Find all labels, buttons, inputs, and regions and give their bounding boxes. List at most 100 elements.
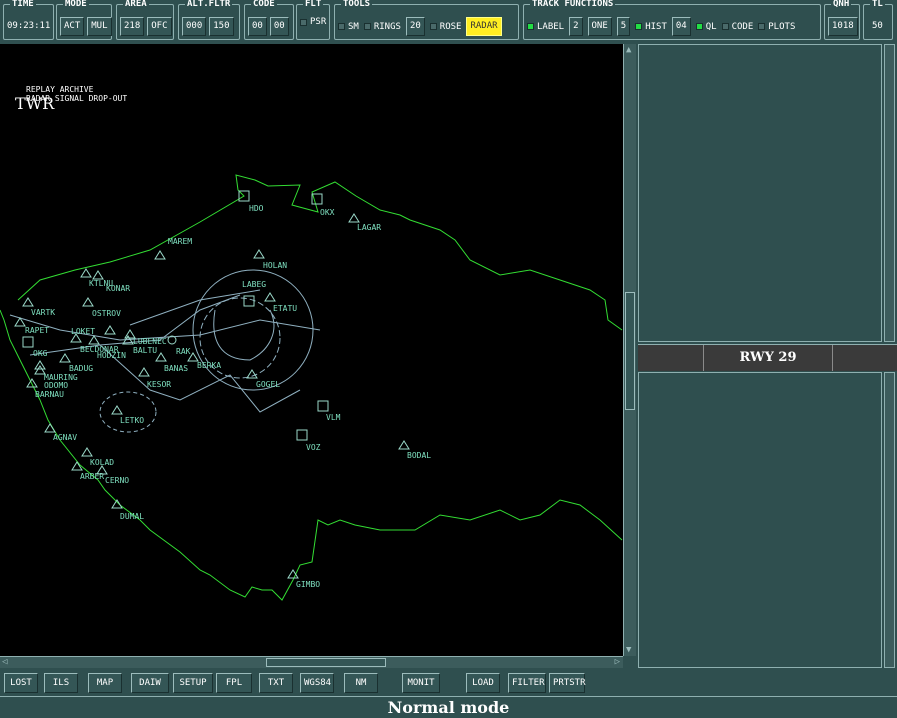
waypoint-label: BODAL: [407, 451, 431, 460]
flt-title: FLT: [303, 0, 324, 9]
waypoint-label: BARNAU: [35, 390, 64, 399]
radar-map[interactable]: HDO OKX LAGAR MAREM HOLAN KTLNU KONAR LABEG ETAT…: [0, 44, 623, 656]
waypoint-triangle-icon: [264, 292, 276, 302]
bottom-button-fpl[interactable]: FPL: [216, 673, 252, 693]
mode-group: MODE ACT MUL: [56, 0, 112, 40]
time-title: TIME: [10, 0, 36, 9]
rings-checkbox[interactable]: RINGS: [363, 22, 401, 32]
waypoint-label: HDO: [249, 204, 264, 213]
waypoint-triangle-icon: [111, 499, 123, 509]
waypoint-triangle-icon: [348, 213, 360, 223]
waypoint-label: LAGAR: [357, 223, 381, 232]
rose-checkbox[interactable]: ROSE: [429, 21, 462, 32]
code-button-1[interactable]: 00: [248, 17, 267, 36]
one-button[interactable]: ONE: [587, 17, 612, 36]
bottom-button-setup[interactable]: SETUP: [173, 673, 213, 693]
waypoint-label: GIMBO: [296, 580, 320, 589]
scroll-up-icon[interactable]: ▲: [626, 45, 631, 55]
waypoint-label: BANAS: [164, 364, 188, 373]
waypoint-label: BADUG: [69, 364, 93, 373]
qnh-group: QNH 1018: [824, 0, 860, 40]
alt-upper-button[interactable]: 150: [209, 17, 234, 36]
waypoint-label: VOZ: [306, 443, 321, 452]
code-title: CODE: [251, 0, 277, 9]
plots-label: PLOTS: [768, 21, 796, 32]
waypoint-triangle-icon: [81, 447, 93, 457]
sm-checkbox[interactable]: SM: [338, 22, 359, 32]
rings-value[interactable]: 20: [405, 17, 425, 36]
bottom-button-txt[interactable]: TXT: [259, 673, 293, 693]
radar-button[interactable]: RADAR: [466, 17, 502, 36]
waypoint-label: VLM: [326, 413, 341, 422]
map-vertical-scrollbar[interactable]: ▲ ▼: [623, 44, 636, 656]
sm-label: SM: [348, 21, 359, 32]
bottom-button-load[interactable]: LOAD: [466, 673, 500, 693]
plots-checkbox[interactable]: PLOTS: [758, 22, 795, 32]
waypoint-triangle-icon: [287, 569, 299, 579]
qnh-value[interactable]: 1018: [828, 17, 858, 36]
code-button-2[interactable]: 00: [269, 17, 289, 36]
waypoint-label: ETATU: [273, 304, 297, 313]
waypoint-label: HOLAN: [263, 261, 287, 270]
rose-label: ROSE: [439, 21, 462, 32]
waypoint-label: RAK: [176, 347, 191, 356]
label-checkbox[interactable]: LABEL: [527, 22, 564, 32]
waypoint-label: LOKET: [71, 327, 95, 336]
alt-lower-button[interactable]: 000: [182, 17, 207, 36]
waypoint-triangle-icon: [154, 250, 166, 260]
waypoint-label: OKX: [320, 208, 335, 217]
mode-act-button[interactable]: ACT: [60, 17, 85, 36]
bottom-button-monit[interactable]: MONIT: [402, 673, 440, 693]
hist-value[interactable]: 04: [671, 17, 691, 36]
ql-checkbox[interactable]: QL: [695, 22, 717, 32]
hist-checkbox[interactable]: HIST: [635, 22, 667, 32]
waypoint-label: OSTROV: [92, 309, 121, 318]
status-text: Normal mode: [0, 696, 897, 717]
mode-mul-button[interactable]: MUL: [87, 17, 112, 36]
bottom-button-prtstr[interactable]: PRTSTR: [549, 673, 586, 693]
flt-group: FLT PSR: [296, 0, 330, 40]
lower-panel-scrollbar[interactable]: [884, 372, 895, 668]
label-value[interactable]: 2: [569, 17, 583, 36]
bottom-button-nm[interactable]: NM: [344, 673, 378, 693]
area-ofc-button[interactable]: OFC: [147, 17, 172, 36]
label-label: LABEL: [537, 21, 565, 32]
bottom-button-filter[interactable]: FILTER: [508, 673, 546, 693]
mode-title: MODE: [63, 0, 89, 9]
waypoint-triangle-icon: [82, 297, 94, 307]
code-group: CODE 00 00: [244, 0, 294, 40]
code-label: CODE: [731, 21, 754, 32]
vertical-scroll-thumb[interactable]: [625, 292, 635, 410]
code-checkbox[interactable]: CODE: [721, 21, 754, 32]
waypoint-label: ODOMO: [44, 381, 68, 390]
alt-fltr-title: ALT.FLTR: [185, 0, 233, 9]
scroll-down-icon[interactable]: ▼: [626, 645, 631, 655]
waypoint-triangle-icon: [138, 367, 150, 377]
horizontal-scroll-thumb[interactable]: [266, 658, 386, 667]
waypoint-label: KESOR: [147, 380, 171, 389]
area-218-button[interactable]: 218: [120, 17, 145, 36]
bottom-button-lost[interactable]: LOST: [4, 673, 38, 693]
map-horizontal-scrollbar[interactable]: ◁ ▷: [0, 656, 623, 668]
waypoint-label: BERKA: [197, 361, 221, 370]
tl-group: TL 50: [863, 0, 893, 40]
runway-bar: RWY 29: [638, 344, 897, 371]
waypoint-label: LABEG: [242, 280, 266, 289]
scroll-left-icon[interactable]: ◁: [2, 657, 7, 667]
bottom-button-daiw[interactable]: DAIW: [131, 673, 169, 693]
bottom-button-ils[interactable]: ILS: [44, 673, 78, 693]
waypoint-triangle-icon: [92, 270, 104, 280]
bottom-button-map[interactable]: MAP: [88, 673, 122, 693]
area-title: AREA: [123, 0, 149, 9]
one-value[interactable]: 5: [616, 17, 631, 36]
psr-checkbox[interactable]: PSR: [300, 17, 326, 27]
tl-value: 50: [872, 21, 883, 31]
scroll-right-icon[interactable]: ▷: [615, 657, 620, 667]
psr-label: PSR: [310, 17, 327, 27]
waypoint-triangle-icon: [111, 405, 123, 415]
upper-panel-scrollbar[interactable]: [884, 44, 895, 342]
waypoint-label: BALTU: [133, 346, 157, 355]
tools-group: TOOLS SM RINGS 20 ROSE RADAR: [334, 0, 519, 40]
airport-icon: [296, 429, 308, 441]
bottom-button-wgs84[interactable]: WGS84: [300, 673, 334, 693]
